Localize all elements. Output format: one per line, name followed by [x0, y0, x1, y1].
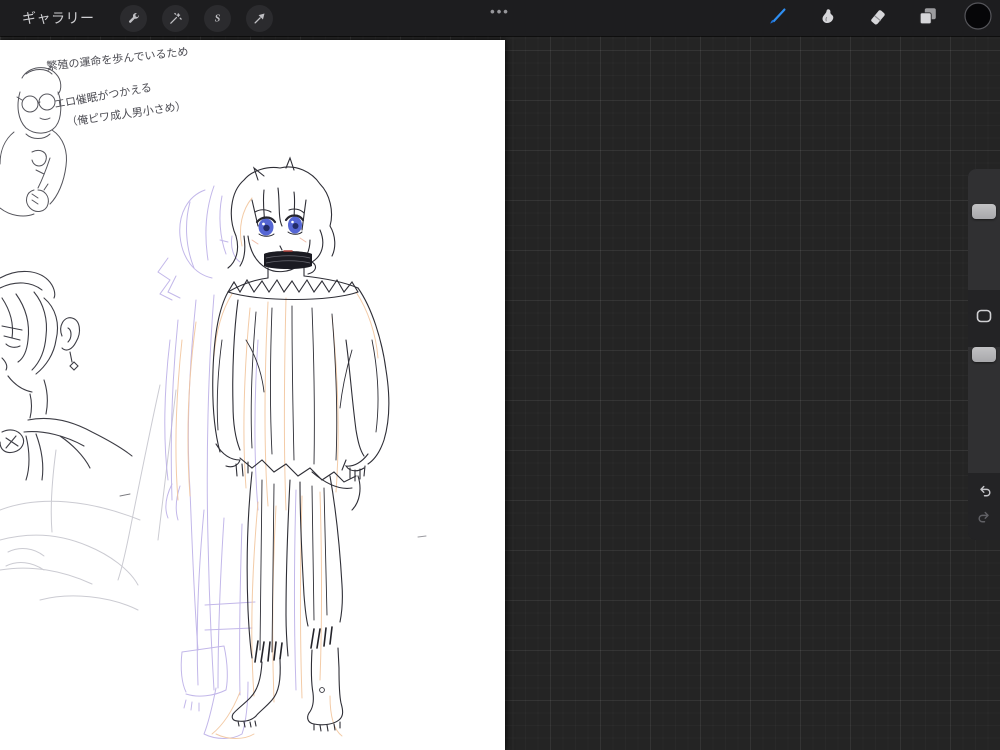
brush-sidebar — [968, 169, 1000, 540]
adjustments-wand-icon — [168, 11, 183, 26]
undo-icon — [976, 483, 993, 505]
actions-button[interactable] — [119, 4, 147, 32]
modify-square-icon — [976, 309, 992, 328]
smudge-icon — [817, 5, 839, 32]
modify-button[interactable] — [968, 290, 1000, 347]
annotation-line-1: 繁殖の運命を歩んでいるため — [46, 44, 189, 73]
brush-size-slider[interactable] — [968, 169, 1000, 290]
sketch-man-left — [0, 270, 133, 481]
opacity-handle[interactable] — [972, 347, 996, 362]
layers-icon — [917, 5, 939, 32]
drawing-canvas[interactable]: 繁殖の運命を歩んでいるため エロ催眠がつかえる （俺ピワ成人男小さめ） — [0, 40, 505, 750]
selection-button[interactable]: S — [203, 4, 231, 32]
toolbar-left-group: ギャラリー S — [0, 4, 273, 32]
eraser-tool-button[interactable] — [864, 4, 892, 32]
lavender-undersketch-layer — [157, 185, 297, 739]
smudge-tool-button[interactable] — [814, 4, 842, 32]
artwork-sketch: 繁殖の運命を歩んでいるため エロ催眠がつかえる （俺ピワ成人男小さめ） — [0, 44, 427, 739]
transform-button[interactable] — [245, 4, 273, 32]
faint-sketch-layer — [0, 384, 427, 611]
toolbar-right-group — [764, 1, 1000, 35]
opacity-slider[interactable] — [968, 347, 1000, 473]
undo-button[interactable] — [975, 485, 993, 503]
selection-s-icon: S — [210, 11, 225, 26]
top-toolbar: ギャラリー S ••• — [0, 0, 1000, 36]
window-drag-handle[interactable]: ••• — [490, 4, 510, 19]
layers-button[interactable] — [914, 4, 942, 32]
brush-tool-button[interactable] — [764, 4, 792, 32]
eraser-icon — [867, 5, 889, 32]
adjustments-button[interactable] — [161, 4, 189, 32]
svg-text:S: S — [214, 13, 220, 24]
doodle-man-glasses — [0, 67, 67, 217]
gallery-button[interactable]: ギャラリー — [22, 8, 95, 28]
brush-size-handle[interactable] — [972, 204, 996, 219]
sidebar-footer — [968, 473, 1000, 540]
brush-icon — [767, 5, 789, 32]
transform-arrow-icon — [252, 11, 267, 26]
redo-icon — [976, 509, 993, 531]
character-choker — [264, 250, 312, 269]
wrench-icon — [126, 11, 141, 26]
color-swatch — [964, 1, 992, 35]
color-swatch-button[interactable] — [964, 1, 992, 35]
redo-button[interactable] — [975, 511, 993, 529]
